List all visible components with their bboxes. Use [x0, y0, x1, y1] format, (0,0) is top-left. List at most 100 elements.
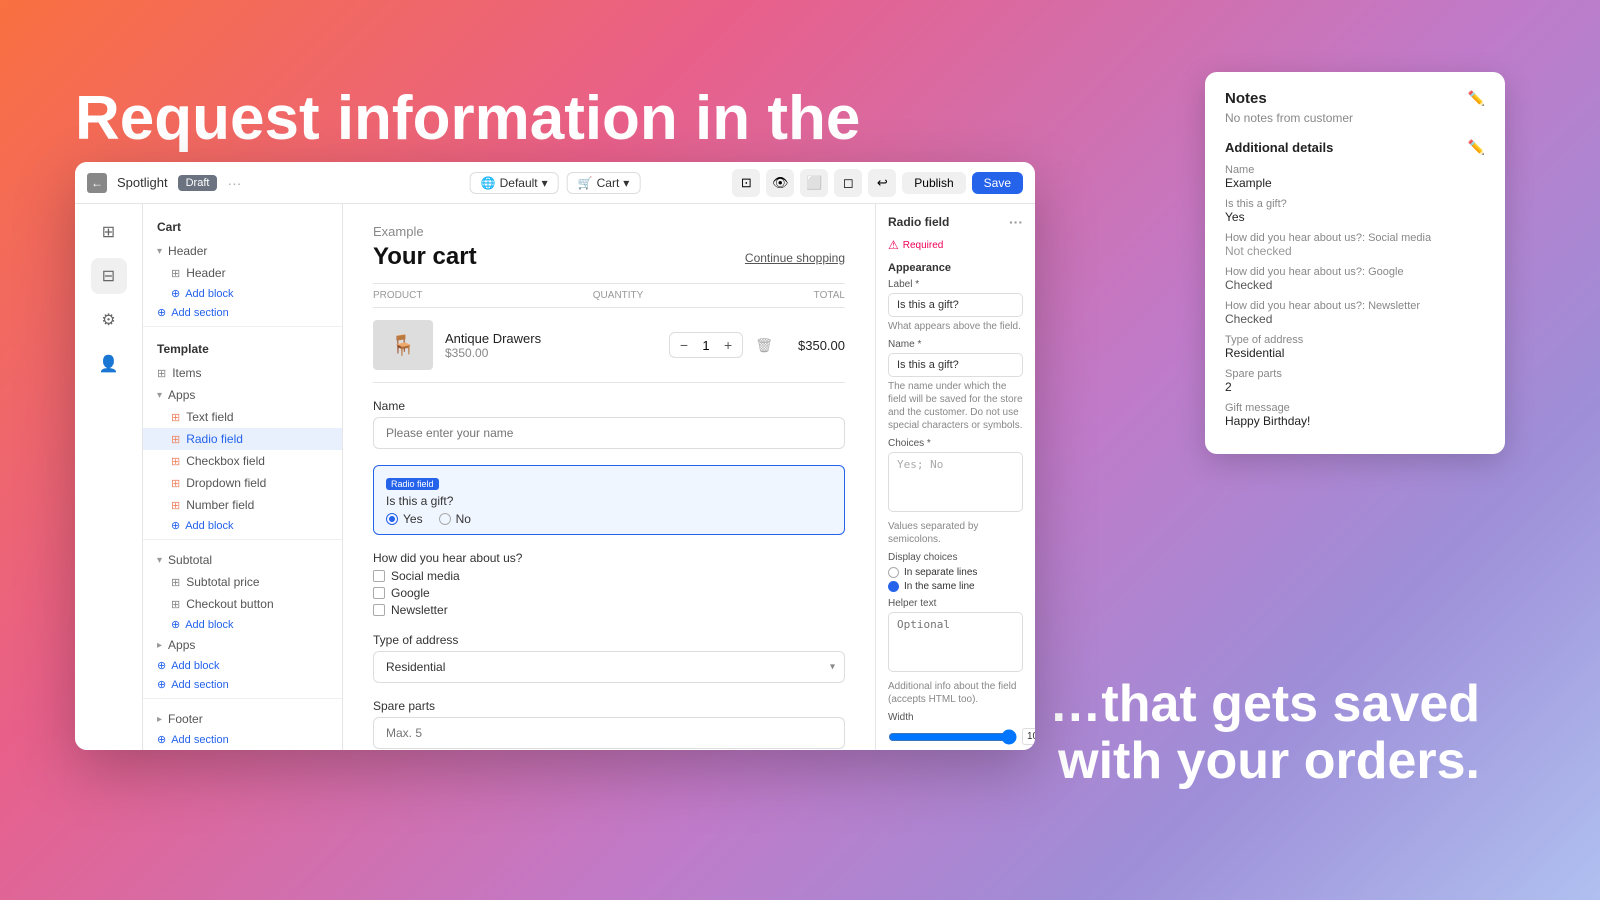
radio-yes[interactable]: Yes [386, 512, 423, 526]
nav-footer[interactable]: ▸ Footer [143, 708, 342, 730]
default-btn[interactable]: 🌐 Default ▾ [470, 172, 559, 194]
radio-section: Radio field Is this a gift? Yes No [373, 465, 845, 535]
notes-title: Notes [1225, 90, 1267, 107]
nav-apps[interactable]: ▾ Apps [143, 384, 342, 406]
nav-dropdown-field[interactable]: ⊞ Dropdown field [143, 472, 342, 494]
additional-header: Additional details ✏️ [1225, 139, 1485, 156]
checkbox-group: Social media Google Newsletter [373, 569, 845, 617]
more-dots[interactable]: ··· [227, 175, 241, 191]
nav-add-section2[interactable]: ⊕ Add section [143, 675, 342, 694]
nav-subtotal[interactable]: ▾ Subtotal [143, 549, 342, 571]
helper-input[interactable] [888, 612, 1023, 672]
cart-nav-title: Cart [143, 214, 342, 240]
nav-header-item[interactable]: ⊞ Header [143, 262, 342, 284]
display-same[interactable]: In the same line [888, 581, 1023, 592]
panel-name-input[interactable] [888, 353, 1023, 377]
width-value: 100 [1022, 728, 1035, 745]
panel-choices-label: Choices * [888, 438, 1023, 449]
hear-section: How did you hear about us? Social media … [373, 551, 845, 617]
nav-radio-field[interactable]: ⊞ Radio field [143, 428, 342, 450]
layout-icon[interactable]: ⊞ [91, 214, 127, 250]
item-total: $350.00 [785, 338, 845, 353]
product-col: PRODUCT [373, 290, 422, 301]
width-slider[interactable] [888, 729, 1017, 745]
is-gift-label: Is this a gift? [386, 494, 832, 508]
checkbox-social[interactable]: Social media [373, 569, 845, 583]
users-icon[interactable]: 👤 [91, 346, 127, 382]
spotlight-label: Spotlight [117, 175, 168, 190]
detail-hear-social: How did you hear about us?: Social media… [1225, 232, 1485, 258]
chevron-down-icon2: ▾ [623, 176, 629, 190]
panel-choices-hint: Values separated by semicolons. [888, 520, 1023, 546]
nav-subtotal-price[interactable]: ⊞ Subtotal price [143, 571, 342, 593]
radio-no[interactable]: No [439, 512, 471, 526]
product-name: Antique Drawers [445, 331, 657, 346]
undo-icon[interactable]: ↩ [868, 169, 896, 197]
save-button[interactable]: Save [972, 172, 1023, 194]
additional-title: Additional details [1225, 140, 1333, 155]
continue-shopping-link[interactable]: Continue shopping [745, 251, 845, 265]
cart-main: Example Your cart Continue shopping PROD… [343, 204, 875, 750]
nav-footer-item[interactable]: ⊞ Footer [143, 749, 342, 750]
appearance-title: Appearance [888, 262, 1023, 274]
panel-more-icon[interactable]: ··· [1009, 214, 1023, 230]
nav-items[interactable]: ⊞ Items [143, 362, 342, 384]
eye-icon[interactable]: 👁 [766, 169, 794, 197]
sections-icon[interactable]: ⊟ [91, 258, 127, 294]
nav-header-section[interactable]: ▾ Header [143, 240, 342, 262]
hero-subtitle: …that gets saved with your orders. [980, 676, 1480, 790]
detail-name: Name Example [1225, 164, 1485, 190]
additional-edit-icon[interactable]: ✏️ [1468, 139, 1485, 156]
publish-button[interactable]: Publish [902, 172, 965, 194]
detail-hear-newsletter: How did you hear about us?: Newsletter C… [1225, 300, 1485, 326]
qty-increase[interactable]: + [724, 337, 732, 353]
qty-value: 1 [696, 338, 716, 353]
nav-checkout-btn[interactable]: ⊞ Checkout button [143, 593, 342, 615]
detail-spare: Spare parts 2 [1225, 368, 1485, 394]
notes-edit-icon[interactable]: ✏️ [1468, 90, 1485, 107]
delete-item[interactable]: 🗑 [755, 337, 773, 354]
display-separate[interactable]: In separate lines [888, 567, 1023, 578]
nav-checkbox-field[interactable]: ⊞ Checkbox field [143, 450, 342, 472]
nav-apps2[interactable]: ▸ Apps [143, 634, 342, 656]
panel-label-input[interactable] [888, 293, 1023, 317]
nav-add-section3[interactable]: ⊕ Add section [143, 730, 342, 749]
nav-add-block1[interactable]: ⊕ Add block [143, 284, 342, 303]
back-icon[interactable]: ← [87, 173, 107, 193]
product-price: $350.00 [445, 346, 657, 360]
nav-add-block3[interactable]: ⊕ Add block [143, 615, 342, 634]
checkbox-google-box [373, 587, 385, 599]
radio-yes-circle [386, 513, 398, 525]
cart-btn[interactable]: 🛒 Cart ▾ [567, 172, 641, 194]
name-input[interactable] [373, 417, 845, 449]
quantity-control: − 1 + [669, 332, 743, 358]
detail-hear-google: How did you hear about us?: Google Check… [1225, 266, 1485, 292]
top-bar: ← Spotlight Draft ··· 🌐 Default ▾ 🛒 Cart… [75, 162, 1035, 204]
draft-badge: Draft [178, 175, 218, 191]
nav-number-field[interactable]: ⊞ Number field [143, 494, 342, 516]
checkbox-google[interactable]: Google [373, 586, 845, 600]
nav-template: Template [143, 336, 342, 362]
settings-icon[interactable]: ⚙ [91, 302, 127, 338]
nav-add-block4[interactable]: ⊕ Add block [143, 656, 342, 675]
nav-add-block2[interactable]: ⊕ Add block [143, 516, 342, 535]
device-icon[interactable]: ⊡ [732, 169, 760, 197]
panel-choices-input[interactable] [888, 452, 1023, 512]
screen-icon[interactable]: ◻ [834, 169, 862, 197]
required-badge: ⚠ Required [888, 238, 1023, 252]
qty-decrease[interactable]: − [680, 337, 688, 353]
name-label: Name [373, 399, 845, 413]
nav-text-field[interactable]: ⊞ Text field [143, 406, 342, 428]
frame-icon[interactable]: ⬜ [800, 169, 828, 197]
address-section: Type of address Residential ▾ [373, 633, 845, 683]
display-choices-title: Display choices [888, 552, 1023, 563]
product-info: Antique Drawers $350.00 [445, 331, 657, 360]
cart-table-header: PRODUCT QUANTITY TOTAL [373, 283, 845, 308]
spare-input[interactable] [373, 717, 845, 749]
range-wrapper: 100 % [888, 728, 1023, 745]
checkbox-newsletter[interactable]: Newsletter [373, 603, 845, 617]
address-select[interactable]: Residential [373, 651, 845, 683]
radio-tag: Radio field [386, 478, 439, 490]
nav-add-section1[interactable]: ⊕ Add section [143, 303, 342, 322]
detail-address: Type of address Residential [1225, 334, 1485, 360]
